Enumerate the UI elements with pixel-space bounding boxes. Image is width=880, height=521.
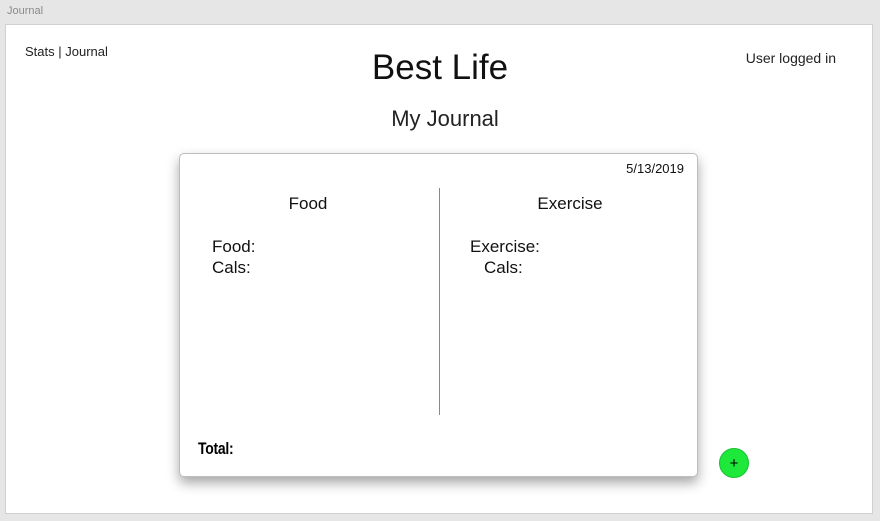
plus-icon: +	[729, 454, 739, 472]
exercise-cals-label: Cals:	[484, 258, 523, 277]
journal-page: Stats | Journal Best Life User logged in…	[5, 24, 873, 514]
entry-date: 5/13/2019	[626, 161, 684, 176]
column-divider	[439, 188, 440, 415]
app-title: Best Life	[371, 48, 509, 87]
exercise-field-label: Exercise:	[470, 237, 540, 256]
exercise-heading: Exercise	[537, 194, 603, 213]
food-cals-label: Cals:	[212, 258, 251, 277]
add-entry-button[interactable]: +	[719, 448, 749, 478]
food-heading: Food	[288, 194, 328, 213]
food-field-label: Food:	[212, 237, 256, 256]
journal-entry-card: 5/13/2019 Food Food: Cals: Exercise Exer…	[179, 153, 698, 477]
window-title: Journal	[7, 5, 44, 17]
page-title: My Journal	[391, 106, 499, 131]
total-label: Total:	[198, 439, 234, 458]
user-status: User logged in	[745, 50, 836, 66]
